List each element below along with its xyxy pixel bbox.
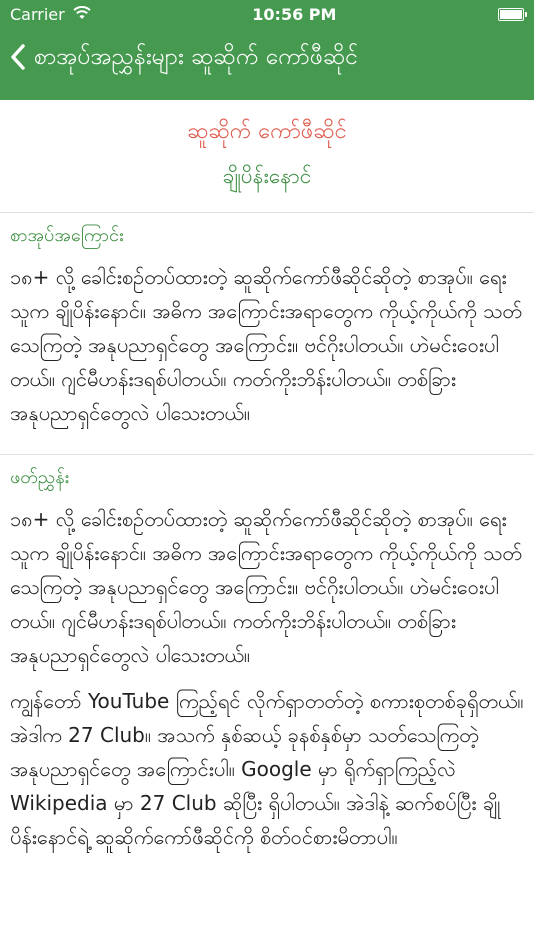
- battery-icon: [498, 7, 527, 21]
- review-text-1: ၁၈+ လို့ ခေါင်းစဉ်တပ်ထားတဲ့ ဆူဆိုက်ကော်ဖ…: [10, 507, 522, 667]
- status-bar: Carrier 10:56 PM: [0, 0, 534, 28]
- back-button[interactable]: စာအုပ်အညွှန်းများ ဆူဆိုက် ကော်ဖီဆိုင်: [8, 42, 358, 76]
- status-left: Carrier: [10, 5, 91, 24]
- book-header: ဆူဆိုက် ကော်ဖီဆိုင် ချိုပိန်းနောင်: [0, 100, 534, 213]
- about-text: ၁၈+ လို့ ခေါင်းစဉ်တပ်ထားတဲ့ ဆူဆိုက်ကော်ဖ…: [10, 265, 522, 425]
- book-author: ချိုပိန်းနောင်: [222, 164, 312, 188]
- status-time: 10:56 PM: [252, 4, 337, 24]
- chevron-left-icon: [8, 43, 28, 75]
- review-section-title: ဖတ်ညွှန်း: [10, 467, 70, 488]
- about-section: စာအုပ်အကြောင်း ၁၈+ လို့ ခေါင်းစဉ်တပ်ထားတ…: [0, 213, 534, 454]
- navigation-bar: စာအုပ်အညွှန်းများ ဆူဆိုက် ကော်ဖီဆိုင်: [0, 28, 534, 90]
- book-title: ဆူဆိုက် ကော်ဖီဆိုင်: [187, 119, 347, 144]
- content: ဆူဆိုက် ကော်ဖီဆိုင် ချိုပိန်းနောင် စာအုပ…: [0, 100, 534, 878]
- wifi-icon: [73, 5, 91, 24]
- review-text-2: ကျွန်တော် YouTube ကြည့်ရင် လိုက်ရှာတတ်တဲ…: [10, 689, 524, 849]
- review-section: ဖတ်ညွှန်း ၁၈+ လို့ ခေါင်းစဉ်တပ်ထားတဲ့ ဆူ…: [0, 454, 534, 878]
- about-section-title: စာအုပ်အကြောင်း: [10, 225, 124, 246]
- nav-title: စာအုပ်အညွှန်းများ ဆူဆိုက် ကော်ဖီဆိုင်: [34, 44, 358, 70]
- header: Carrier 10:56 PM စာအုပ်အညွှန်းများ ဆူဆို…: [0, 0, 534, 100]
- carrier-label: Carrier: [10, 4, 65, 24]
